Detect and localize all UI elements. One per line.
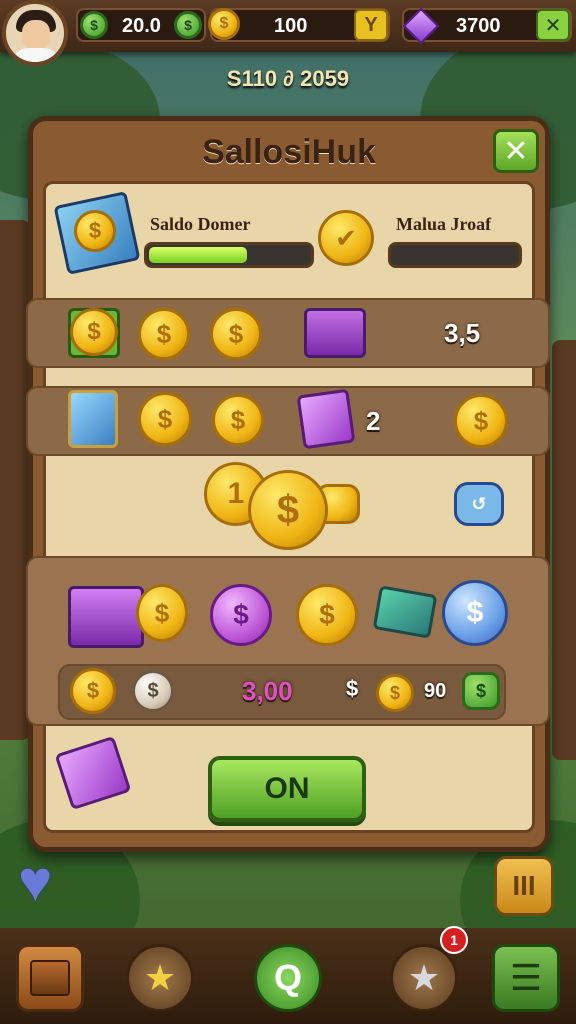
close-icon: ✕ <box>503 134 529 168</box>
bottom-navigation: ★ Q ★ 1 ☰ <box>0 926 576 1024</box>
row1-value: 3,5 <box>444 318 481 348</box>
gold-coin-icon: $ <box>376 674 414 712</box>
gems-value: 3700 <box>456 15 501 37</box>
treasure-card-icon <box>68 390 118 448</box>
nav-search-button[interactable]: Q <box>254 944 322 1012</box>
green-coin-icon: $ <box>462 672 500 710</box>
gold-coin-icon: $ <box>136 584 188 642</box>
green-coin-icon: $ <box>174 11 202 39</box>
close-button[interactable]: ✕ <box>493 129 539 173</box>
row2-value: 2 <box>366 406 381 436</box>
gold-coin-icon: $ <box>74 210 116 252</box>
gold-coin-icon: $ <box>70 668 116 714</box>
panel-title: SallosiHuk <box>202 133 376 171</box>
gold-coin-icon: $ <box>70 308 118 356</box>
purple-coin-icon: $ <box>210 584 272 646</box>
gold-coin-icon: $ <box>138 308 190 360</box>
right-progress-label: Malua Jroaf <box>396 214 492 234</box>
green-coin-icon: $ <box>80 11 108 39</box>
heart-icon[interactable]: ♥ <box>18 852 78 912</box>
add-gold-button[interactable]: Y <box>354 9 388 41</box>
coins-counter: $ 20.0 $ <box>76 8 206 42</box>
top-resource-bar: $ 20.0 $ $ 100 Y 3700 ✕ <box>0 0 576 52</box>
gold-coin-icon: $ <box>296 584 358 646</box>
small-value: 90 <box>424 680 447 702</box>
purple-chest-icon <box>68 586 144 648</box>
blue-coin-icon: $ <box>442 580 508 646</box>
on-button[interactable]: ON <box>208 756 366 822</box>
gold-value: 100 <box>274 15 308 37</box>
gold-coin-icon: $ <box>210 308 262 360</box>
gold-coin-icon: $ <box>212 394 264 446</box>
player-avatar[interactable] <box>2 0 68 66</box>
left-progress-bar <box>144 242 314 268</box>
purple-card-icon <box>296 388 356 450</box>
refresh-icon[interactable]: ↺ <box>454 482 504 526</box>
purple-chest-icon <box>304 308 366 358</box>
right-progress-bar <box>388 242 522 268</box>
add-gems-button[interactable]: ✕ <box>536 9 570 41</box>
star-icon: ★ <box>407 957 441 998</box>
nav-menu-button[interactable]: ☰ <box>492 944 560 1012</box>
left-progress-label: Saldo Domer <box>150 214 251 234</box>
search-icon: Q <box>273 957 302 998</box>
silver-coin-icon: $ <box>132 670 174 712</box>
nav-inventory-button[interactable] <box>16 944 84 1012</box>
bottom-value: 3,00 <box>242 676 293 706</box>
big-gold-coin-icon[interactable]: $ <box>248 470 328 550</box>
nav-achievements-button[interactable]: ★ <box>390 944 458 1012</box>
menu-icon: ☰ <box>509 957 543 998</box>
coins-value: 20.0 <box>122 15 161 37</box>
gold-coin-icon: $ <box>138 392 192 446</box>
dollar-sign: $ <box>346 676 359 701</box>
gem-icon <box>402 7 440 45</box>
box-icon <box>30 960 70 996</box>
gold-medal-icon: ✔ <box>318 210 374 266</box>
gold-coin-icon: $ <box>454 394 508 448</box>
left-progress-fill <box>149 247 248 263</box>
header-subtitle: S110 ∂ 2059 <box>226 66 350 91</box>
scroll-icon[interactable]: III <box>494 856 554 916</box>
nav-favorites-button[interactable]: ★ <box>126 944 194 1012</box>
gold-coin-icon: $ <box>208 8 240 40</box>
notification-badge: 1 <box>440 926 468 954</box>
star-icon: ★ <box>143 957 177 998</box>
